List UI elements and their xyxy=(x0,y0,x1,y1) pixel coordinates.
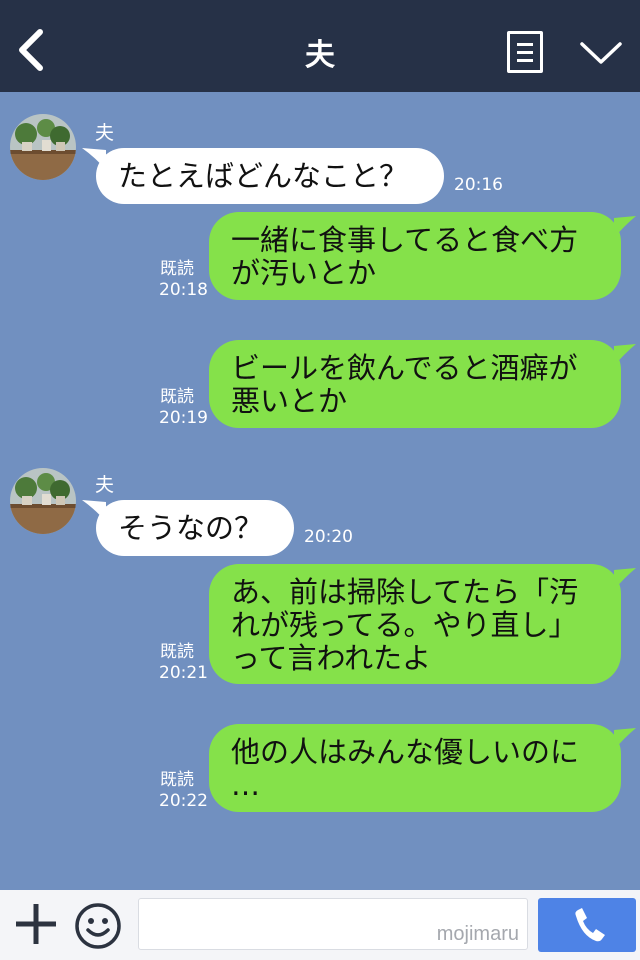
input-bar: mojimaru xyxy=(0,890,640,960)
chat-area[interactable]: 夫 たとえばどんなこと？ 20:16 既読 20:18 一緒に食事してると食べ方… xyxy=(0,92,640,890)
avatar[interactable] xyxy=(10,114,76,180)
plant-icon xyxy=(10,114,76,180)
bubble-tail xyxy=(614,568,636,590)
message-time: 20:21 xyxy=(159,663,208,683)
sender-name: 夫 xyxy=(95,122,115,144)
message-text: ビールを飲んでると酒癖が xyxy=(231,351,578,385)
read-receipt: 既読 xyxy=(160,259,194,279)
message-text: が汚いとか xyxy=(231,256,377,290)
read-receipt: 既読 xyxy=(160,387,194,407)
message-text: 悪いとか xyxy=(231,384,348,418)
plus-icon[interactable] xyxy=(14,902,58,946)
bubble-tail xyxy=(614,344,636,366)
message-bubble[interactable]: たとえばどんなこと？ xyxy=(96,148,444,204)
message-time: 20:22 xyxy=(159,791,208,811)
read-receipt: 既読 xyxy=(160,770,194,790)
message-time: 20:20 xyxy=(304,527,353,547)
chevron-left-icon[interactable] xyxy=(14,28,50,72)
bubble-tail xyxy=(614,728,636,750)
message-bubble[interactable]: そうなの？ xyxy=(96,500,294,556)
read-receipt: 既読 xyxy=(160,642,194,662)
message-text: れが残ってる。やり直し」 xyxy=(231,608,578,642)
message-bubble[interactable]: 一緒に食事してると食べ方 が汚いとか xyxy=(209,212,621,300)
message-time: 20:16 xyxy=(454,175,503,195)
plant-icon xyxy=(10,468,76,534)
message-bubble[interactable]: あ、前は掃除してたら「汚 れが残ってる。やり直し」 って言われたよ xyxy=(209,564,621,684)
message-text: たとえばどんなこと？ xyxy=(118,159,409,193)
message-text: 一緒に食事してると食べ方 xyxy=(231,223,579,257)
message-text: って言われたよ xyxy=(231,641,432,675)
message-time: 20:19 xyxy=(159,408,208,428)
message-bubble[interactable]: ビールを飲んでると酒癖が 悪いとか xyxy=(209,340,621,428)
bubble-tail xyxy=(614,216,636,238)
message-text: あ、前は掃除してたら「汚 xyxy=(231,575,579,609)
message-text: 他の人はみんな優しいのに xyxy=(231,735,580,769)
message-bubble[interactable]: 他の人はみんな優しいのに … xyxy=(209,724,621,812)
notes-icon[interactable] xyxy=(507,31,543,73)
message-text: そうなの？ xyxy=(118,511,264,545)
sender-name: 夫 xyxy=(95,474,115,496)
message-time: 20:18 xyxy=(159,280,208,300)
message-input[interactable]: mojimaru xyxy=(138,898,528,950)
chat-title: 夫 xyxy=(305,38,335,73)
emoji-icon[interactable] xyxy=(74,902,122,950)
watermark: mojimaru xyxy=(436,923,519,945)
call-button[interactable] xyxy=(538,898,636,952)
phone-icon xyxy=(575,908,605,942)
avatar[interactable] xyxy=(10,468,76,534)
message-text: … xyxy=(231,768,260,802)
chat-header: 夫 xyxy=(0,0,640,92)
chevron-down-icon[interactable] xyxy=(578,36,624,70)
